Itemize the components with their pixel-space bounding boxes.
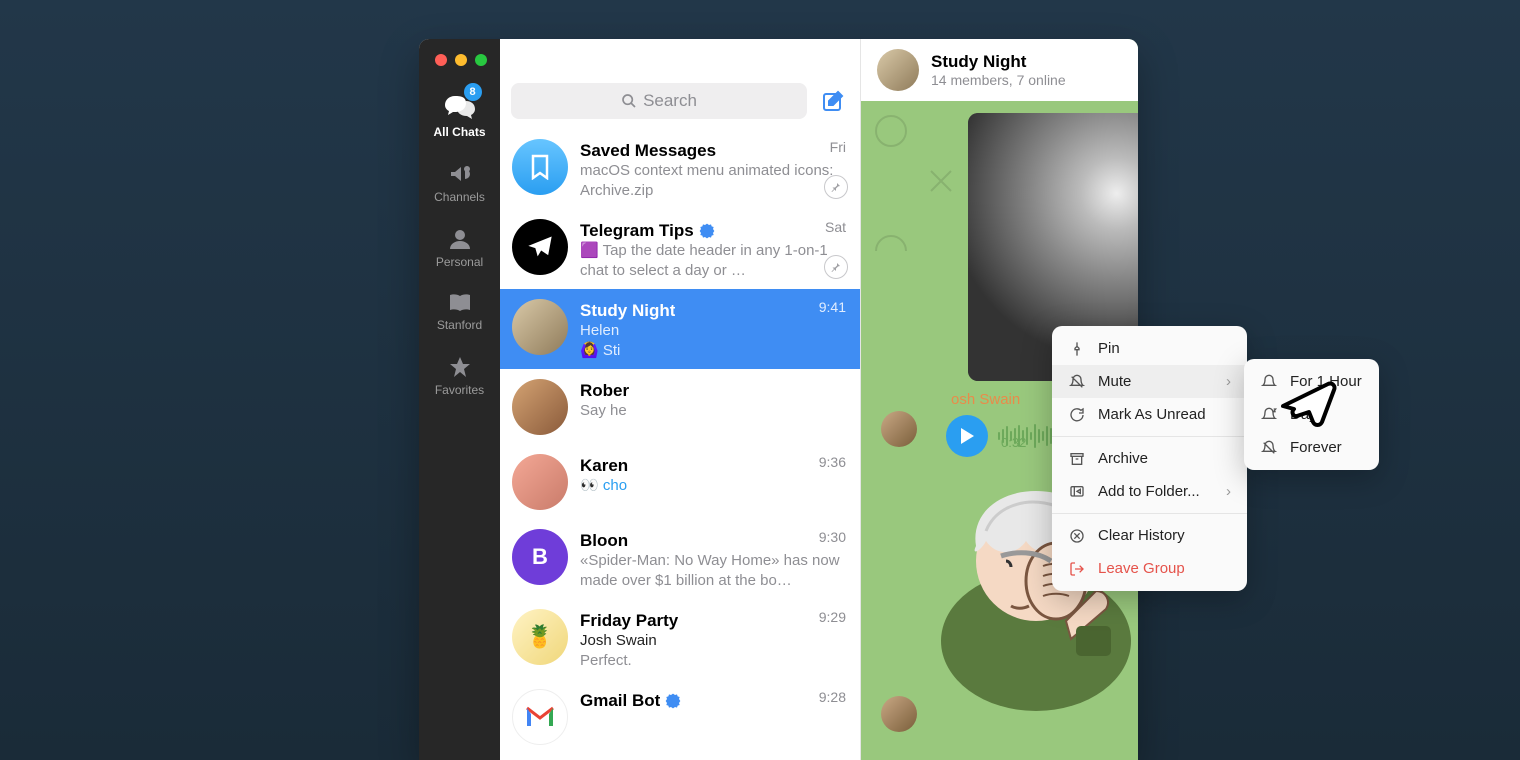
- chat-robert[interactable]: Rober Say he: [500, 369, 860, 444]
- avatar: [512, 454, 568, 510]
- window-close[interactable]: [435, 54, 447, 66]
- pin-icon: [1068, 341, 1086, 357]
- leave-icon: [1068, 561, 1086, 577]
- separator: [1052, 436, 1247, 437]
- ctx-mark-unread[interactable]: Mark As Unread: [1052, 398, 1247, 431]
- book-icon: [419, 292, 500, 314]
- avatar: [512, 299, 568, 355]
- pin-icon: [824, 255, 848, 279]
- sender-name: osh Swain: [951, 391, 1020, 408]
- gmail-icon: [512, 689, 568, 745]
- context-menu: Pin Mute › Mark As Unread Archive Add to…: [1052, 326, 1247, 591]
- message-avatar[interactable]: [881, 411, 917, 447]
- rail-channels[interactable]: Channels: [419, 151, 500, 216]
- avatar: B: [512, 529, 568, 585]
- chat-study-night[interactable]: Study Night Helen🙆‍♀️ Sti 9:41: [500, 289, 860, 369]
- rail-personal[interactable]: Personal: [419, 216, 500, 281]
- chats-icon: [419, 93, 500, 121]
- saved-icon: [512, 139, 568, 195]
- chat-karen[interactable]: Karen 👀 cho 9:36: [500, 444, 860, 519]
- person-icon: [419, 227, 500, 251]
- search-icon: [621, 93, 637, 109]
- voice-duration: 0:32: [1001, 435, 1026, 450]
- rail-stanford[interactable]: Stanford: [419, 281, 500, 344]
- pin-icon: [824, 175, 848, 199]
- folder-rail: 8 All Chats Channels Personal Stanford: [419, 39, 500, 760]
- telegram-icon: [512, 219, 568, 275]
- rail-all-chats[interactable]: 8 All Chats: [419, 82, 500, 151]
- verified-icon: [699, 223, 715, 239]
- compose-button[interactable]: [817, 85, 849, 117]
- chevron-right-icon: ›: [1226, 483, 1231, 500]
- chat-friday-party[interactable]: 🍍 Friday Party Josh SwainPerfect. 9:29: [500, 599, 860, 679]
- app-window: 8 All Chats Channels Personal Stanford: [419, 39, 1138, 760]
- chat-gmail-bot[interactable]: Gmail Bot 9:28: [500, 679, 860, 754]
- mute-forever[interactable]: Forever: [1244, 431, 1379, 464]
- folder-plus-icon: [1068, 484, 1086, 500]
- chat-list-pane: Search Saved Messages macOS context menu…: [500, 39, 861, 760]
- conversation-header[interactable]: Study Night 14 members, 7 online: [861, 39, 1138, 101]
- play-button[interactable]: [946, 415, 988, 457]
- chat-telegram-tips[interactable]: Telegram Tips 🟪 Tap the date header in a…: [500, 209, 860, 289]
- conversation-avatar: [877, 49, 919, 91]
- separator: [1052, 513, 1247, 514]
- rail-favorites[interactable]: Favorites: [419, 344, 500, 409]
- ctx-leave-group[interactable]: Leave Group: [1052, 552, 1247, 585]
- chat-saved-messages[interactable]: Saved Messages macOS context menu animat…: [500, 129, 860, 209]
- ctx-add-folder[interactable]: Add to Folder... ›: [1052, 475, 1247, 508]
- ctx-clear-history[interactable]: Clear History: [1052, 519, 1247, 552]
- chat-icon: [1068, 407, 1086, 423]
- ctx-pin[interactable]: Pin: [1052, 332, 1247, 365]
- search-input[interactable]: Search: [511, 83, 807, 119]
- chat-bloomberg[interactable]: B Bloon «Spider-Man: No Way Home» has no…: [500, 519, 860, 599]
- clear-icon: [1068, 528, 1086, 544]
- megaphone-icon: [419, 162, 500, 186]
- ctx-mute[interactable]: Mute ›: [1052, 365, 1247, 398]
- window-zoom[interactable]: [475, 54, 487, 66]
- compose-icon: [821, 89, 845, 113]
- avatar: 🍍: [512, 609, 568, 665]
- bell-snooze-icon: [1260, 407, 1278, 423]
- bell-off-icon: [1068, 374, 1086, 390]
- chevron-right-icon: ›: [1226, 373, 1231, 390]
- avatar: [512, 379, 568, 435]
- verified-icon: [665, 693, 681, 709]
- archive-icon: [1068, 451, 1086, 467]
- cursor-arrow-icon: [1278, 378, 1338, 434]
- bell-icon: [1260, 374, 1278, 390]
- window-minimize[interactable]: [455, 54, 467, 66]
- bell-off-icon: [1260, 440, 1278, 456]
- unread-badge: 8: [464, 83, 482, 101]
- star-icon: [419, 355, 500, 379]
- ctx-archive[interactable]: Archive: [1052, 442, 1247, 475]
